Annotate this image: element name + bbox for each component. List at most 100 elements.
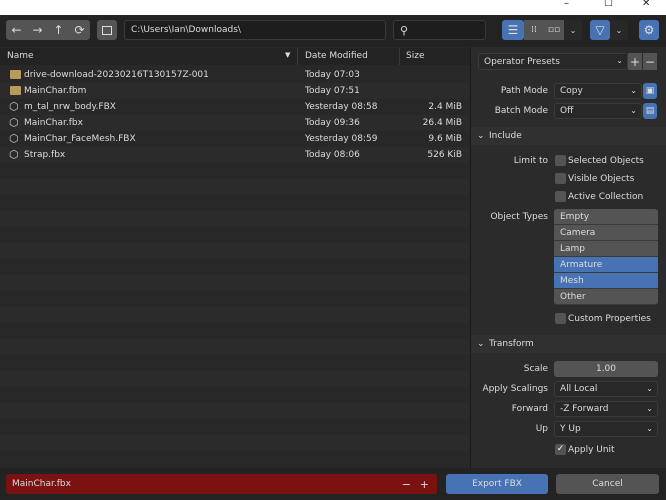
bottom-bar: MainChar.fbx − + Export FBX Cancel — [0, 468, 666, 500]
limit-option-label: Selected Objects — [568, 156, 644, 166]
decrement-button[interactable]: − — [402, 478, 411, 491]
gear-icon: ⚙ — [643, 23, 655, 37]
chevron-down-icon: ⌄ — [630, 106, 637, 115]
empty-row — [0, 163, 470, 179]
object-type-toggle[interactable]: Camera — [554, 225, 658, 241]
file-row[interactable]: ⬡ MainChar.fbx Today 09:36 26.4 MiB — [0, 115, 470, 131]
limit-checkbox[interactable] — [555, 173, 566, 184]
batch-mode-dropdown[interactable]: Off ⌄ — [554, 103, 642, 119]
new-folder-button[interactable] — [97, 20, 117, 40]
apply-unit-checkbox[interactable]: ✓ — [555, 444, 566, 455]
chevron-down-icon: ⌄ — [646, 404, 653, 413]
column-name[interactable]: Name — [7, 51, 34, 61]
back-button[interactable]: ← — [11, 23, 21, 37]
apply-scalings-dropdown[interactable]: All Local ⌄ — [554, 381, 658, 397]
export-fbx-button[interactable]: Export FBX — [446, 474, 548, 494]
file-name: MainChar.fbx — [24, 118, 83, 128]
filter-icon: ▽ — [595, 23, 605, 37]
folder-icon — [10, 86, 21, 95]
thumbnail-view-button[interactable]: ▫▫ — [544, 20, 564, 40]
close-button[interactable]: ✕ — [642, 0, 650, 9]
chevron-down-icon: ⌄ — [616, 56, 623, 65]
object-type-toggle[interactable]: Lamp — [554, 241, 658, 257]
empty-row — [0, 243, 470, 259]
object-type-toggle[interactable]: Armature — [554, 257, 658, 273]
operator-presets-dropdown[interactable]: Operator Presets ⌄ — [478, 53, 628, 70]
list-view-icon: ☰ — [507, 23, 519, 37]
embed-textures-toggle[interactable]: ▣ — [643, 83, 657, 99]
forward-label: Forward — [511, 404, 548, 414]
toolbar: ← → ↑ ⟳ C:\Users\Ian\Downloads\ ⚲ ☰ ⁞⁞ ▫… — [0, 15, 666, 47]
display-settings-dropdown[interactable]: ⌄ — [564, 20, 582, 40]
chevron-down-icon: ⌄ — [569, 25, 577, 35]
file-row[interactable]: MainChar.fbm Today 07:51 — [0, 83, 470, 99]
refresh-button[interactable]: ⟳ — [74, 23, 84, 37]
filter-toggle[interactable]: ▽ — [590, 20, 610, 40]
sort-icon[interactable]: ▼ — [285, 51, 290, 59]
file-row[interactable]: drive-download-20230216T130157Z-001 Today… — [0, 67, 470, 83]
mesh-cube-icon: ⬡ — [9, 148, 19, 161]
batch-own-dir-toggle[interactable]: ▤ — [643, 103, 657, 119]
file-name: MainChar_FaceMesh.FBX — [24, 134, 136, 144]
file-row[interactable]: ⬡ m_tal_nrw_body.FBX Yesterday 08:58 2.4 Mi… — [0, 99, 470, 115]
forward-button[interactable]: → — [32, 23, 42, 37]
chevron-down-icon: ⌄ — [646, 424, 653, 433]
apply-unit-label: Apply Unit — [568, 445, 615, 455]
object-type-toggle[interactable]: Mesh — [554, 273, 658, 289]
file-date: Yesterday 08:59 — [305, 134, 378, 144]
file-name: m_tal_nrw_body.FBX — [24, 102, 116, 112]
forward-axis-dropdown[interactable]: -Z Forward ⌄ — [554, 401, 658, 417]
file-rows: drive-download-20230216T130157Z-001 Today… — [0, 67, 470, 467]
file-list-header: Name ▼ Date Modified Size — [0, 48, 470, 65]
include-panel-header[interactable]: ⌄ Include — [471, 127, 666, 145]
empty-row — [0, 435, 470, 451]
object-types-label: Object Types — [490, 212, 548, 222]
custom-properties-checkbox[interactable] — [555, 313, 566, 324]
columns-icon: ⁞⁞ — [531, 25, 537, 35]
minimize-button[interactable]: – — [564, 0, 569, 9]
parent-directory-button[interactable]: ↑ — [53, 23, 63, 37]
cancel-button[interactable]: Cancel — [556, 474, 659, 494]
empty-row — [0, 339, 470, 355]
transform-panel-header[interactable]: ⌄ Transform — [471, 335, 666, 353]
up-axis-dropdown[interactable]: Y Up ⌄ — [554, 421, 658, 437]
maximize-button[interactable]: ☐ — [604, 0, 613, 9]
scale-field[interactable]: 1.00 — [554, 361, 658, 377]
filter-settings-dropdown[interactable]: ⌄ — [610, 20, 628, 40]
column-date[interactable]: Date Modified — [305, 51, 368, 61]
file-row[interactable]: ⬡ MainChar_FaceMesh.FBX Yesterday 08:59 9.6… — [0, 131, 470, 147]
window-titlebar: – ☐ ✕ — [0, 0, 666, 15]
divider — [297, 48, 298, 65]
object-type-toggle[interactable]: Other — [554, 289, 658, 305]
file-date: Today 09:36 — [305, 118, 360, 128]
limit-checkbox[interactable] — [555, 191, 566, 202]
remove-preset-button[interactable]: − — [643, 53, 657, 70]
add-preset-button[interactable]: + — [628, 53, 642, 70]
object-type-toggle[interactable]: Empty — [554, 209, 658, 225]
file-row[interactable]: ⬡ Strap.fbx Today 08:06 526 KiB — [0, 147, 470, 163]
empty-row — [0, 355, 470, 371]
file-size: 9.6 MiB — [428, 134, 462, 144]
batch-mode-label: Batch Mode — [494, 106, 548, 116]
filename-input[interactable]: MainChar.fbx − + — [6, 474, 437, 494]
settings-button[interactable]: ⚙ — [639, 20, 659, 40]
search-input[interactable]: ⚲ — [393, 20, 486, 40]
column-size[interactable]: Size — [406, 51, 424, 61]
file-name: MainChar.fbm — [24, 86, 87, 96]
horizontal-list-view-button[interactable]: ⁞⁞ — [524, 20, 544, 40]
chevron-down-icon: ⌄ — [646, 384, 653, 393]
mesh-cube-icon: ⬡ — [9, 132, 19, 145]
path-input[interactable]: C:\Users\Ian\Downloads\ — [124, 20, 386, 40]
new-folder-icon — [102, 25, 112, 35]
chevron-down-icon: ⌄ — [630, 86, 637, 95]
empty-row — [0, 275, 470, 291]
file-date: Today 08:06 — [305, 150, 360, 160]
folder-icon — [10, 70, 21, 79]
empty-row — [0, 179, 470, 195]
empty-row — [0, 371, 470, 387]
increment-button[interactable]: + — [420, 478, 429, 491]
vertical-list-view-button[interactable]: ☰ — [502, 20, 524, 40]
mesh-cube-icon: ⬡ — [9, 116, 19, 129]
path-mode-dropdown[interactable]: Copy ⌄ — [554, 83, 642, 99]
limit-checkbox[interactable] — [555, 155, 566, 166]
